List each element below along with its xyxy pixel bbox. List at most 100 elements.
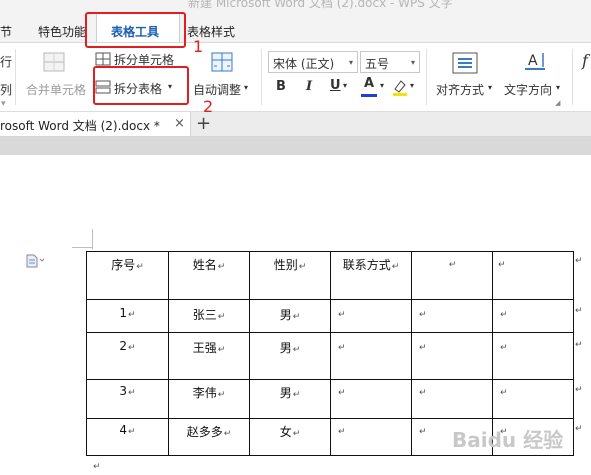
font-name-value: 宋体 (正文) [273, 57, 335, 71]
table-cell[interactable]: 3↵ [86, 379, 169, 419]
document-tab-name: rosoft Word 文档 (2).docx * [0, 119, 160, 133]
cell-index: 1 [119, 306, 128, 320]
table-cell[interactable]: ↵ [492, 379, 574, 419]
table-cell[interactable]: 2↵ [86, 332, 169, 380]
chevron-down-icon: ▾ [380, 81, 385, 90]
table-row: 3↵ 李伟↵ 男↵ ↵ ↵ ↵ [86, 379, 574, 419]
chevron-down-icon: ▾ [244, 83, 249, 92]
table-cell[interactable]: 李伟↵ [168, 379, 250, 419]
cell-gender: 女 [279, 425, 292, 439]
new-tab-button[interactable]: + [196, 113, 211, 134]
table-cell[interactable]: ↵ [330, 332, 412, 380]
table-row: 序号↵ 姓名↵ 性别↵ 联系方式↵ ↵ ↵ [86, 251, 574, 300]
page-gap [0, 137, 591, 155]
chevron-down-icon: ▾ [556, 83, 561, 92]
margin-marker [72, 247, 92, 248]
table-cell[interactable]: ↵ [492, 299, 574, 333]
table-cell[interactable]: 联系方式↵ [330, 251, 412, 300]
table-cell[interactable]: ↵ [411, 251, 493, 300]
table-cell[interactable]: 张三↵ [168, 299, 250, 333]
auto-fit-button[interactable]: 自动调整 [193, 81, 241, 98]
font-size-select[interactable]: 五号 ▾ [360, 51, 420, 73]
tab-special-features[interactable]: 特色功能 [38, 23, 86, 40]
ribbon-toolbar: 行 列 ▾ 合并单元格 拆分单元格 拆分表格 ▾ 自动调整 ▾ 宋体 (正文) ▾… [0, 43, 591, 112]
table-handle-icon[interactable] [26, 254, 46, 268]
table-cell[interactable]: ↵ [411, 379, 493, 419]
group-divider [15, 49, 16, 105]
table-cell[interactable]: ↵ [330, 299, 412, 333]
table-cell[interactable]: ↵ [330, 418, 412, 456]
document-tab-bar: rosoft Word 文档 (2).docx * × + [0, 112, 591, 137]
table-cell[interactable]: ↵ [492, 251, 574, 300]
highlight-icon[interactable] [391, 77, 409, 97]
header-contact: 联系方式 [342, 258, 391, 272]
dropdown-arrow-icon: ▾ [1, 99, 6, 109]
align-icon [451, 51, 479, 75]
table-cell[interactable]: 赵多多↵ [168, 418, 250, 456]
table-cell[interactable]: ↵ [330, 379, 412, 419]
table-cell[interactable]: 男↵ [249, 299, 331, 333]
split-cells-icon [95, 52, 111, 66]
table-cell[interactable]: 女↵ [249, 418, 331, 456]
bold-button[interactable]: B [276, 79, 286, 94]
row-end-mark: ↵ [575, 256, 583, 266]
window-title: 新建 Microsoft Word 文档 (2).docx - WPS 文字 [188, 0, 453, 10]
font-color-button[interactable]: A [364, 76, 374, 91]
chevron-down-icon: ▾ [348, 58, 353, 67]
tab-section[interactable]: 节 [0, 23, 12, 40]
annotation-label-2: 2 [203, 97, 214, 116]
annotation-label-1: 1 [193, 37, 204, 56]
table-cell[interactable]: ↵ [411, 332, 493, 380]
table-cell[interactable]: 姓名↵ [168, 251, 250, 300]
auto-fit-icon [208, 49, 236, 75]
cell-name: 王强 [192, 341, 217, 355]
row-end-mark: ↵ [575, 340, 583, 350]
cell-index: 2 [119, 339, 128, 353]
chevron-down-icon: ▾ [410, 81, 415, 90]
row-end-mark: ↵ [575, 385, 583, 395]
header-gender: 性别 [273, 258, 298, 272]
table-cell[interactable]: ↵ [411, 299, 493, 333]
cell-gender: 男 [279, 308, 292, 322]
underline-button[interactable]: U [330, 78, 341, 93]
table-cell[interactable]: ↵ [492, 332, 574, 380]
cell-name: 张三 [192, 308, 217, 322]
align-button[interactable]: 对齐方式 [436, 81, 484, 98]
title-bar: 新建 Microsoft Word 文档 (2).docx - WPS 文字 [0, 0, 591, 10]
header-index: 序号 [111, 258, 136, 272]
merge-cells-button[interactable]: 合并单元格 [26, 81, 86, 98]
group-divider [572, 49, 573, 105]
document-tab[interactable]: rosoft Word 文档 (2).docx * × [0, 112, 191, 136]
header-name: 姓名 [192, 258, 217, 272]
cell-index: 4 [119, 423, 128, 437]
cell-name: 李伟 [192, 386, 217, 400]
table-cell[interactable]: 男↵ [249, 332, 331, 380]
cell-gender: 男 [279, 341, 292, 355]
text-direction-button[interactable]: 文字方向 [504, 81, 552, 98]
group-divider [426, 49, 427, 105]
italic-button[interactable]: I [306, 79, 312, 94]
chevron-down-icon: ▾ [488, 83, 493, 92]
group-expand-icon[interactable]: ◢ [555, 99, 560, 107]
table-row: 2↵ 王强↵ 男↵ ↵ ↵ ↵ [86, 332, 574, 380]
row-label-partial[interactable]: 行 [0, 53, 12, 70]
annotation-box-table-tools [85, 12, 186, 48]
svg-text:A: A [528, 53, 538, 69]
table-cell[interactable]: 4↵ [86, 418, 169, 456]
merge-cells-icon [42, 50, 66, 74]
chevron-down-icon: ▾ [410, 58, 415, 67]
row-end-mark: ↵ [575, 306, 583, 316]
table-cell[interactable]: 序号↵ [86, 251, 169, 300]
close-icon[interactable]: × [174, 116, 185, 131]
table-cell[interactable]: 男↵ [249, 379, 331, 419]
cell-gender: 男 [279, 386, 292, 400]
table-cell[interactable]: 性别↵ [249, 251, 331, 300]
font-name-select[interactable]: 宋体 (正文) ▾ [268, 51, 358, 73]
font-color-bar [361, 94, 377, 97]
table-cell[interactable]: 1↵ [86, 299, 169, 333]
text-direction-icon: A [522, 49, 548, 75]
table-cell[interactable]: 王强↵ [168, 332, 250, 380]
chevron-down-icon: ▾ [343, 81, 348, 90]
column-label-partial[interactable]: 列 [0, 81, 12, 98]
formula-button[interactable]: f [582, 51, 588, 70]
